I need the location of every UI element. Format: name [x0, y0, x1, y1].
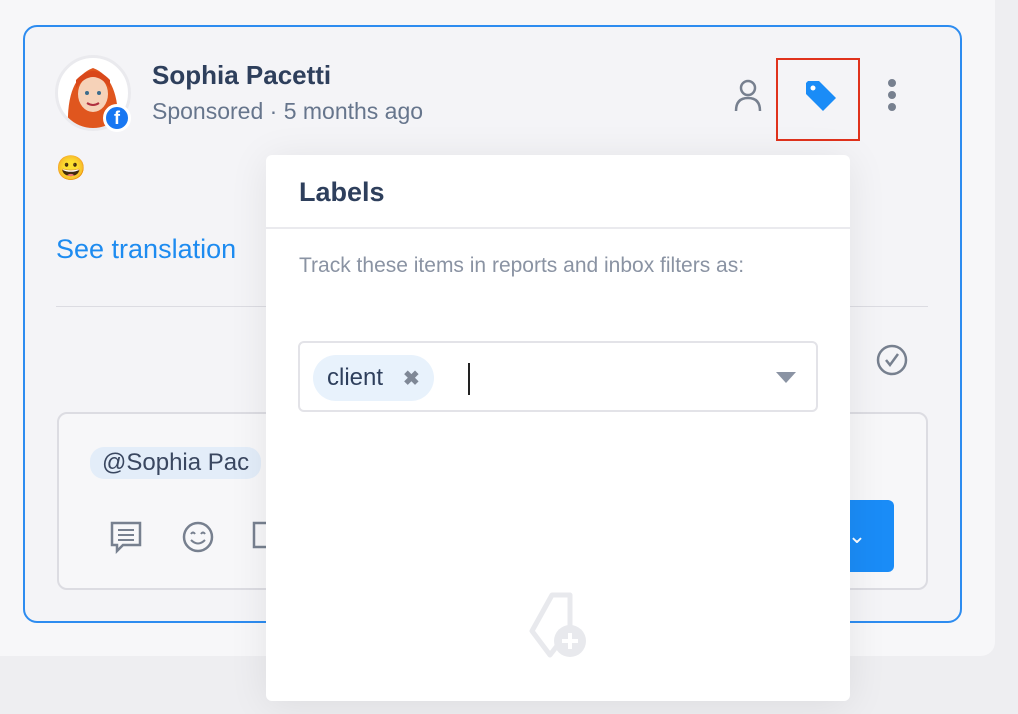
labels-input[interactable]: client ✖: [298, 341, 818, 412]
labels-description: Track these items in reports and inbox f…: [299, 254, 745, 277]
text-cursor: [468, 363, 470, 395]
labels-title: Labels: [299, 177, 385, 207]
author-name[interactable]: Sophia Pacetti: [152, 60, 331, 91]
popup-divider: [266, 227, 850, 229]
more-options-icon[interactable]: [886, 78, 898, 112]
tag-button-highlight[interactable]: [776, 58, 860, 141]
facebook-icon: f: [103, 104, 131, 132]
label-chip-text: client: [327, 364, 384, 391]
check-circle-icon[interactable]: [875, 343, 909, 377]
post-text: 😀: [56, 155, 86, 182]
labels-popup: Labels Track these items in reports and …: [266, 155, 850, 701]
mention-chip: @Sophia Pac: [90, 447, 262, 479]
saved-replies-icon[interactable]: [109, 520, 143, 554]
dropdown-arrow-icon[interactable]: [776, 372, 796, 383]
see-translation-link[interactable]: See translation: [56, 234, 236, 265]
post-meta: Sponsored · 5 months ago: [152, 98, 424, 124]
remove-label-icon[interactable]: ✖: [403, 366, 420, 391]
label-chip-client: client ✖: [313, 355, 434, 401]
add-label-icon: [529, 592, 586, 658]
emoji-icon[interactable]: [181, 520, 215, 554]
assign-user-icon[interactable]: [733, 78, 763, 112]
